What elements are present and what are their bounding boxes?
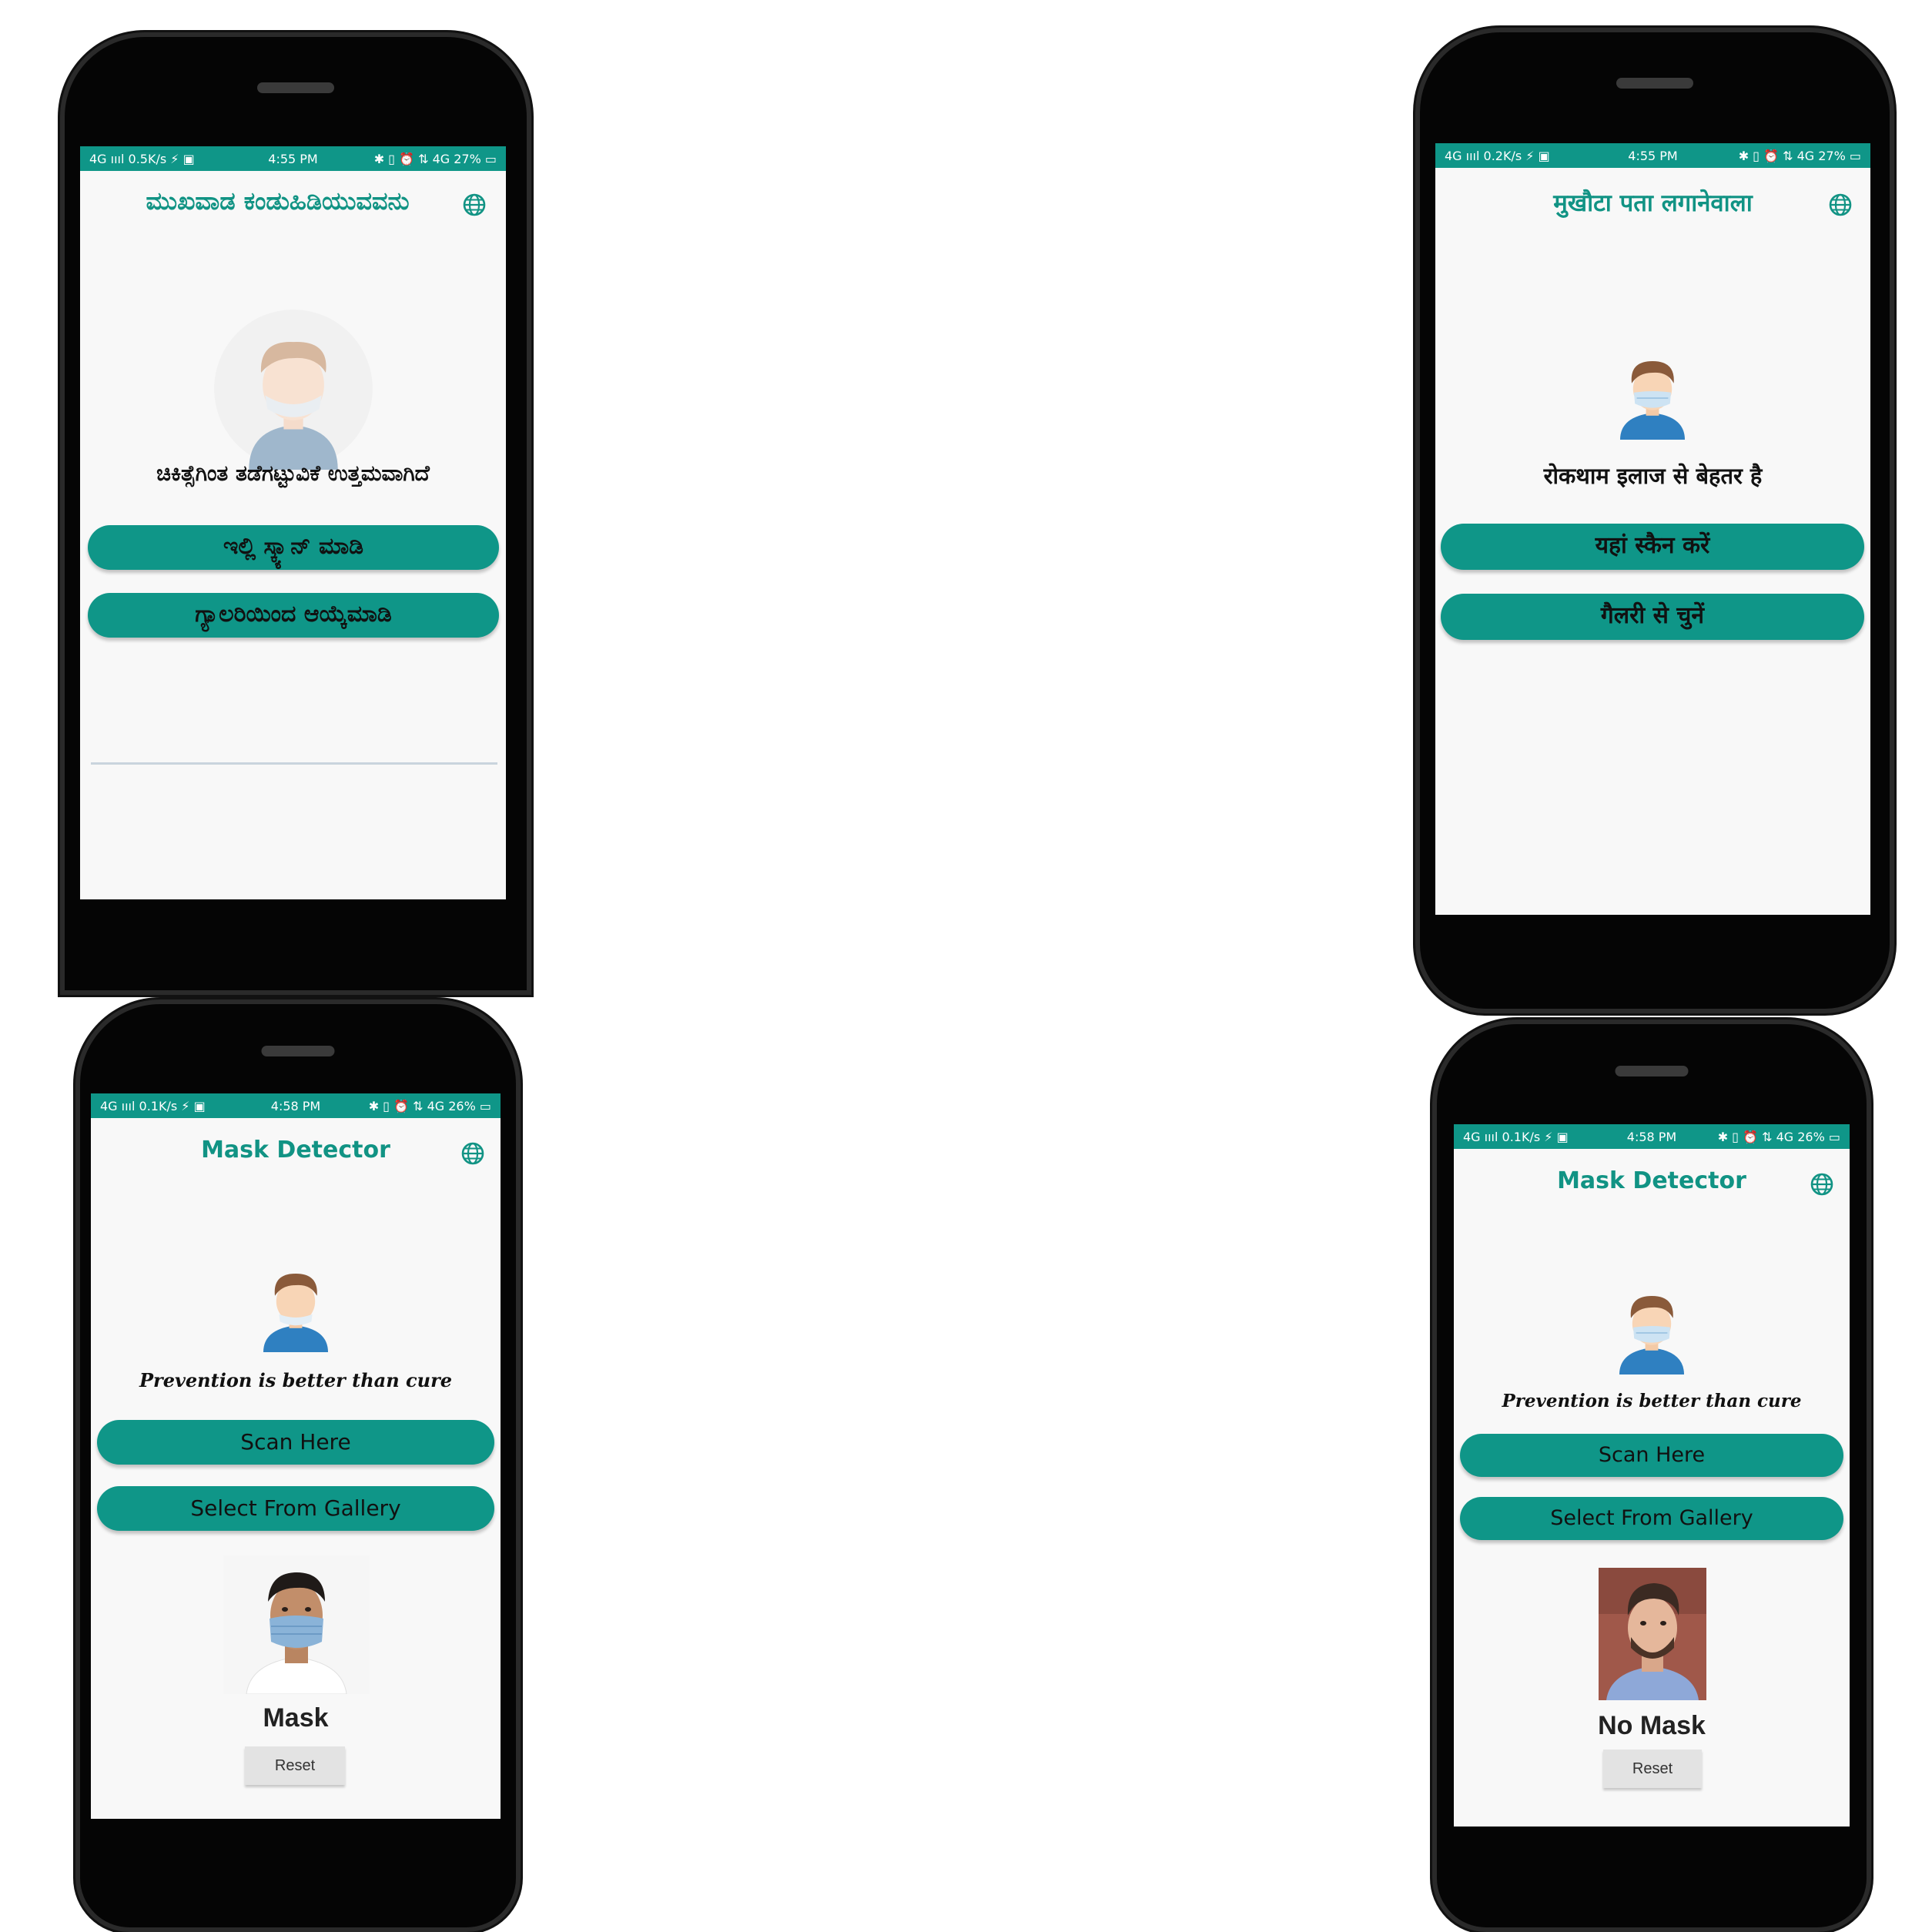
uploaded-photo	[223, 1555, 370, 1694]
scan-button[interactable]: Scan Here	[97, 1420, 494, 1465]
reset-button[interactable]: Reset	[1603, 1750, 1702, 1788]
globe-icon[interactable]	[1828, 193, 1853, 217]
globe-icon[interactable]	[460, 1141, 485, 1166]
app-screen: 4G ıııl 0.2K/s ⚡ ▣ 4:55 PM ✱ ▯ ⏰ ⇅ 4G 27…	[1435, 143, 1870, 915]
scan-button[interactable]: Scan Here	[1460, 1434, 1843, 1477]
status-bar: 4G ıııl 0.5K/s ⚡ ▣ 4:55 PM ✱ ▯ ⏰ ⇅ 4G 27…	[80, 146, 506, 171]
tagline: रोकथाम इलाज से बेहतर है	[1543, 463, 1763, 489]
app-screen: 4G ıııl 0.5K/s ⚡ ▣ 4:55 PM ✱ ▯ ⏰ ⇅ 4G 27…	[80, 146, 506, 899]
status-indicators: ✱ ▯ ⏰ ⇅ 4G 27% ▭	[373, 152, 497, 166]
globe-icon[interactable]	[462, 193, 487, 217]
uploaded-photo	[1599, 1568, 1706, 1700]
reset-button[interactable]: Reset	[245, 1746, 345, 1785]
phone-english-no-mask: 4G ıııl 0.1K/s ⚡ ▣ 4:58 PM ✱ ▯ ⏰ ⇅ 4G 26…	[1432, 1020, 1871, 1932]
app-title: मुखौटा पता लगानेवाला	[1553, 189, 1753, 217]
detection-result: No Mask	[1598, 1711, 1706, 1740]
status-bar: 4G ıııl 0.2K/s ⚡ ▣ 4:55 PM ✱ ▯ ⏰ ⇅ 4G 27…	[1435, 143, 1870, 168]
scan-button[interactable]: यहां स्कैन करें	[1441, 524, 1864, 570]
earpiece	[1615, 1066, 1689, 1076]
status-bar: 4G ıııl 0.1K/s ⚡ ▣ 4:58 PM ✱ ▯ ⏰ ⇅ 4G 26…	[91, 1093, 501, 1118]
status-indicators: ✱ ▯ ⏰ ⇅ 4G 26% ▭	[368, 1099, 491, 1113]
select-gallery-button[interactable]: Select From Gallery	[1460, 1497, 1843, 1540]
divider	[91, 762, 497, 765]
select-gallery-button[interactable]: ಗ್ಯಾಲರಿಯಿಂದ ಆಯ್ಕೆಮಾಡಿ	[88, 593, 499, 638]
earpiece	[261, 1046, 335, 1056]
masked-person-icon	[1619, 1296, 1684, 1374]
status-indicators: ✱ ▯ ⏰ ⇅ 4G 26% ▭	[1717, 1130, 1840, 1144]
phone-kannada: 4G ıııl 0.5K/s ⚡ ▣ 4:55 PM ✱ ▯ ⏰ ⇅ 4G 27…	[60, 32, 531, 995]
phone-hindi: 4G ıııl 0.2K/s ⚡ ▣ 4:55 PM ✱ ▯ ⏰ ⇅ 4G 27…	[1415, 28, 1894, 1013]
scan-button[interactable]: ಇಲ್ಲಿ ಸ್ಕ್ಯಾನ್ ಮಾಡಿ	[88, 525, 499, 570]
masked-person-icon	[214, 310, 373, 470]
app-title: Mask Detector	[1557, 1167, 1746, 1194]
select-gallery-button[interactable]: Select From Gallery	[97, 1486, 494, 1531]
tagline: Prevention is better than cure	[139, 1369, 452, 1391]
globe-icon[interactable]	[1810, 1172, 1834, 1197]
status-indicators: ✱ ▯ ⏰ ⇅ 4G 27% ▭	[1738, 149, 1861, 163]
status-bar: 4G ıııl 0.1K/s ⚡ ▣ 4:58 PM ✱ ▯ ⏰ ⇅ 4G 26…	[1454, 1124, 1850, 1149]
select-gallery-button[interactable]: गैलरी से चुनें	[1441, 594, 1864, 640]
app-screen: 4G ıııl 0.1K/s ⚡ ▣ 4:58 PM ✱ ▯ ⏰ ⇅ 4G 26…	[91, 1093, 501, 1819]
detection-result: Mask	[263, 1703, 329, 1733]
tagline: Prevention is better than cure	[1502, 1391, 1802, 1411]
earpiece	[257, 82, 334, 93]
app-screen: 4G ıııl 0.1K/s ⚡ ▣ 4:58 PM ✱ ▯ ⏰ ⇅ 4G 26…	[1454, 1124, 1850, 1827]
phone-english-mask: 4G ıııl 0.1K/s ⚡ ▣ 4:58 PM ✱ ▯ ⏰ ⇅ 4G 26…	[75, 999, 521, 1932]
earpiece	[1616, 78, 1693, 89]
app-title: Mask Detector	[201, 1137, 390, 1164]
tagline: ಚಿಕಿತ್ಸೆಗಿಂತ ತಡೆಗಟ್ಟುವಿಕೆ ಉತ್ತಮವಾಗಿದೆ	[156, 460, 430, 486]
app-title: ಮುಖವಾಡ ಕಂಡುಹಿಡಿಯುವವನು	[146, 186, 410, 216]
masked-person-icon	[263, 1274, 328, 1352]
masked-person-icon	[1620, 361, 1685, 440]
